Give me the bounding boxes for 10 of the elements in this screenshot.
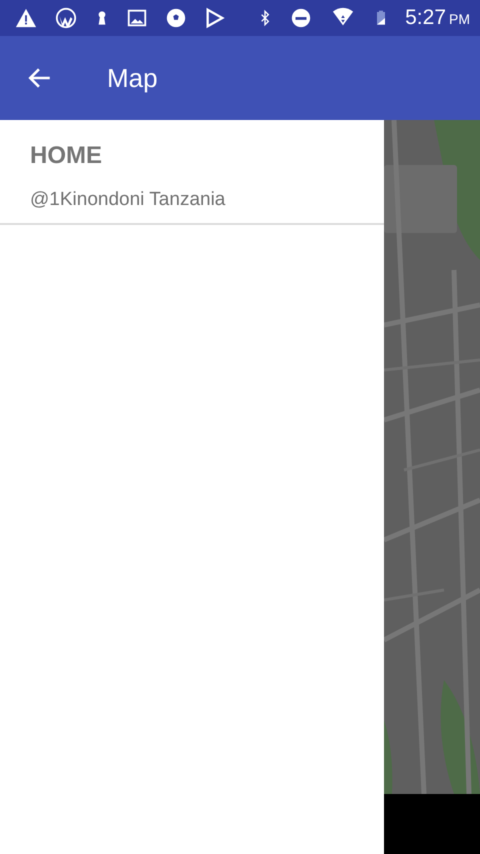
play-store-icon: [204, 7, 226, 29]
soccer-ball-icon: [164, 7, 188, 29]
clock-period: PM: [449, 10, 470, 30]
circle-logo-icon: [54, 7, 78, 29]
image-icon: [126, 7, 148, 29]
screen-title: Map: [107, 62, 158, 94]
warning-icon: [14, 7, 38, 29]
place-address: @1Kinondoni Tanzania: [30, 188, 226, 212]
clock-time: 5:27: [405, 5, 446, 32]
place-heading: HOME: [30, 141, 103, 171]
